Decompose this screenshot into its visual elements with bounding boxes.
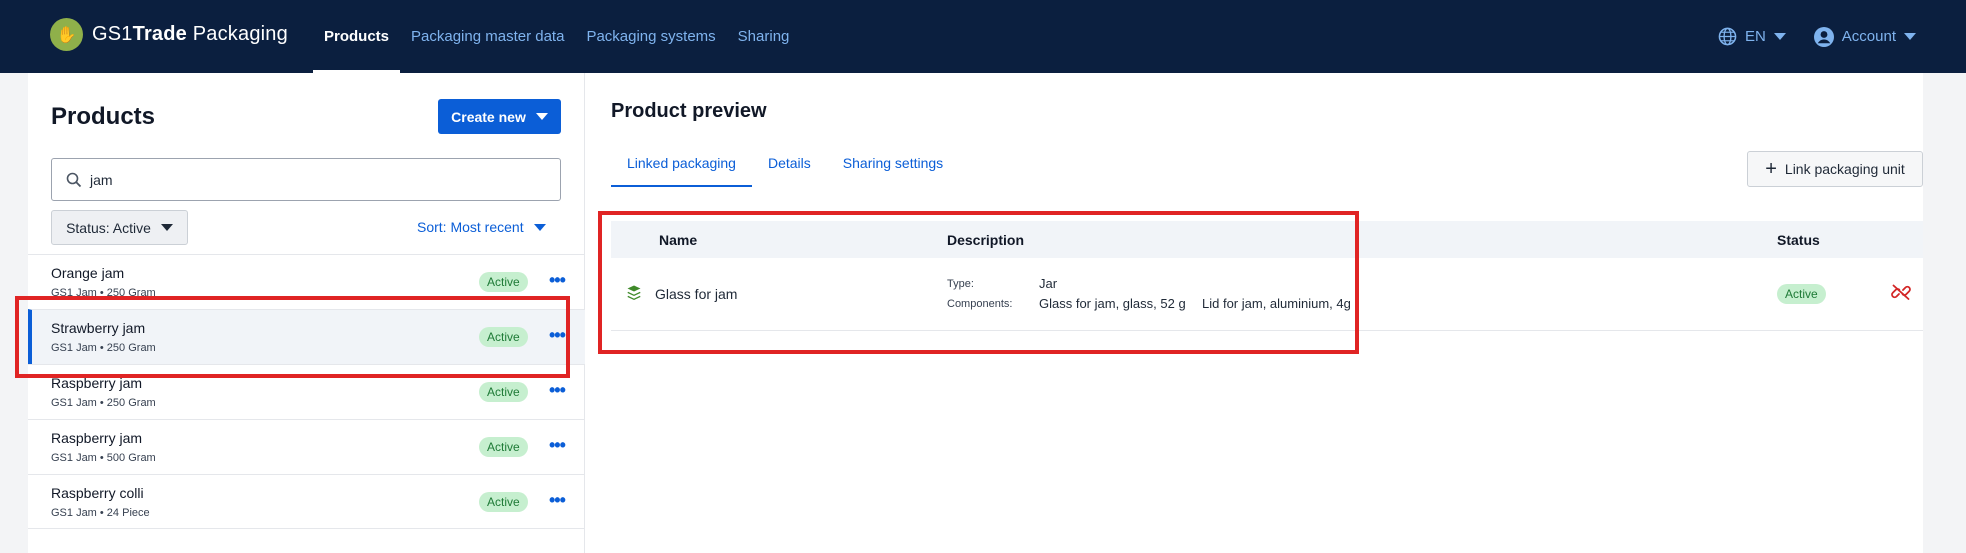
nav-packaging-master-data[interactable]: Packaging master data [400, 0, 575, 73]
top-navbar: ✋ GS1Trade Packaging Products Packaging … [0, 0, 1966, 73]
tab-linked-packaging[interactable]: Linked packaging [611, 149, 752, 187]
status-badge: Active [1777, 284, 1826, 304]
chevron-down-icon [1773, 33, 1786, 40]
preview-tabs: Linked packaging Details Sharing setting… [611, 149, 959, 187]
list-item[interactable]: Raspberry colli GS1 Jam • 24 Piece Activ… [28, 474, 585, 529]
highlight-box-linked-packaging [598, 211, 1359, 354]
product-meta: GS1 Jam • 24 Piece [51, 507, 150, 519]
sort-label: Sort: Most recent [417, 219, 524, 235]
chevron-down-icon [533, 223, 546, 231]
chevron-down-icon [1904, 33, 1916, 40]
account-icon [1813, 26, 1834, 47]
link-packaging-unit-label: Link packaging unit [1784, 161, 1905, 177]
product-name: Raspberry colli [51, 485, 144, 501]
status-badge: Active [479, 382, 528, 402]
product-meta: GS1 Jam • 500 Gram [51, 452, 156, 464]
highlight-box-selected-product [15, 296, 570, 378]
nav-sharing[interactable]: Sharing [727, 0, 801, 73]
tab-details[interactable]: Details [752, 149, 827, 187]
list-item[interactable]: Raspberry jam GS1 Jam • 500 Gram Active … [28, 419, 585, 474]
create-new-button[interactable]: Create new [438, 99, 561, 134]
unlink-icon[interactable] [1891, 282, 1911, 302]
products-title: Products [51, 103, 156, 130]
search-value: jam [90, 171, 113, 188]
search-input[interactable]: jam [51, 158, 561, 201]
product-name: Orange jam [51, 265, 125, 281]
language-label: EN [1744, 28, 1766, 45]
chevron-down-icon [160, 224, 173, 231]
status-badge: Active [479, 437, 528, 457]
language-selector[interactable]: EN [1718, 27, 1786, 46]
nav-products[interactable]: Products [313, 0, 401, 73]
account-label: Account [1841, 28, 1896, 45]
link-packaging-unit-button[interactable]: + Link packaging unit [1747, 151, 1923, 187]
more-options-icon[interactable]: ••• [549, 491, 566, 509]
product-meta: GS1 Jam • 250 Gram [51, 397, 156, 409]
status-badge: Active [479, 492, 528, 512]
brand-name: GS1Trade Packaging [92, 23, 288, 45]
plus-icon: + [1765, 158, 1777, 180]
app-logo[interactable]: ✋ GS1Trade Packaging [50, 18, 288, 51]
product-name: Raspberry jam [51, 430, 143, 446]
search-icon [66, 172, 82, 187]
more-options-icon[interactable]: ••• [549, 381, 566, 399]
account-menu[interactable]: Account [1813, 26, 1916, 47]
main-nav: Products Packaging master data Packaging… [313, 0, 800, 73]
status-badge: Active [479, 272, 528, 292]
more-options-icon[interactable]: ••• [549, 436, 566, 454]
logo-icon: ✋ [50, 18, 83, 51]
status-filter-button[interactable]: Status: Active [51, 210, 188, 245]
tab-sharing-settings[interactable]: Sharing settings [827, 149, 959, 187]
chevron-down-icon [535, 113, 548, 120]
create-new-label: Create new [451, 108, 526, 125]
column-status: Status [1777, 232, 1820, 248]
sort-dropdown[interactable]: Sort: Most recent [417, 219, 546, 235]
more-options-icon[interactable]: ••• [549, 271, 566, 289]
preview-title: Product preview [611, 100, 767, 122]
globe-icon [1718, 27, 1737, 46]
nav-packaging-systems[interactable]: Packaging systems [575, 0, 726, 73]
status-filter-label: Status: Active [66, 219, 151, 236]
